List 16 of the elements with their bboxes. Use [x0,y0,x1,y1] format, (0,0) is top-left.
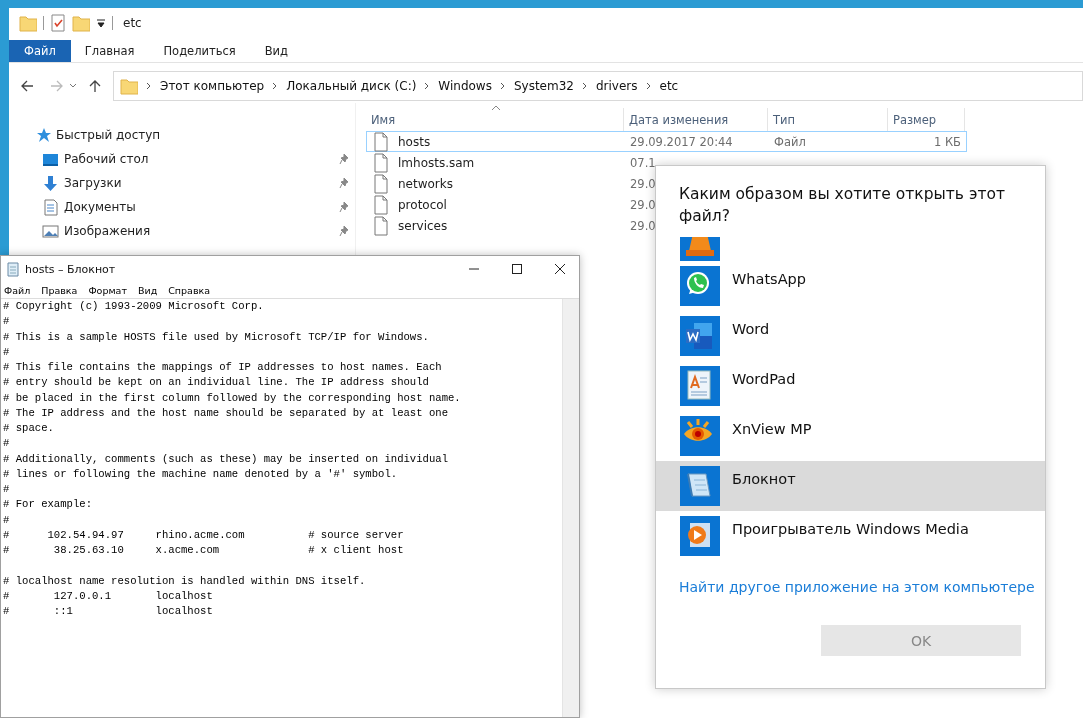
app-name: Word [732,321,770,337]
window-title: etc [123,16,142,30]
file-date: 29.0 [629,219,657,233]
dialog-heading: Каким образом вы хотите открыть этот файл? [679,184,1006,227]
app-name: XnView MP [732,421,812,437]
file-date: 29.09.2017 20:44 [629,135,734,149]
app-name: Блокнот [732,471,796,487]
app-name: Проигрыватель Windows Media [732,521,969,537]
file-date: 07.1 [629,156,657,170]
window-title: hosts – Блокнот [25,262,116,276]
file-size: 1 КБ [932,135,962,149]
app-name: WordPad [732,371,796,387]
file-date: 29.0 [629,198,657,212]
file-date: 29.0 [629,177,657,191]
app-name: WhatsApp [732,271,806,287]
file-type: Файл [773,135,807,149]
